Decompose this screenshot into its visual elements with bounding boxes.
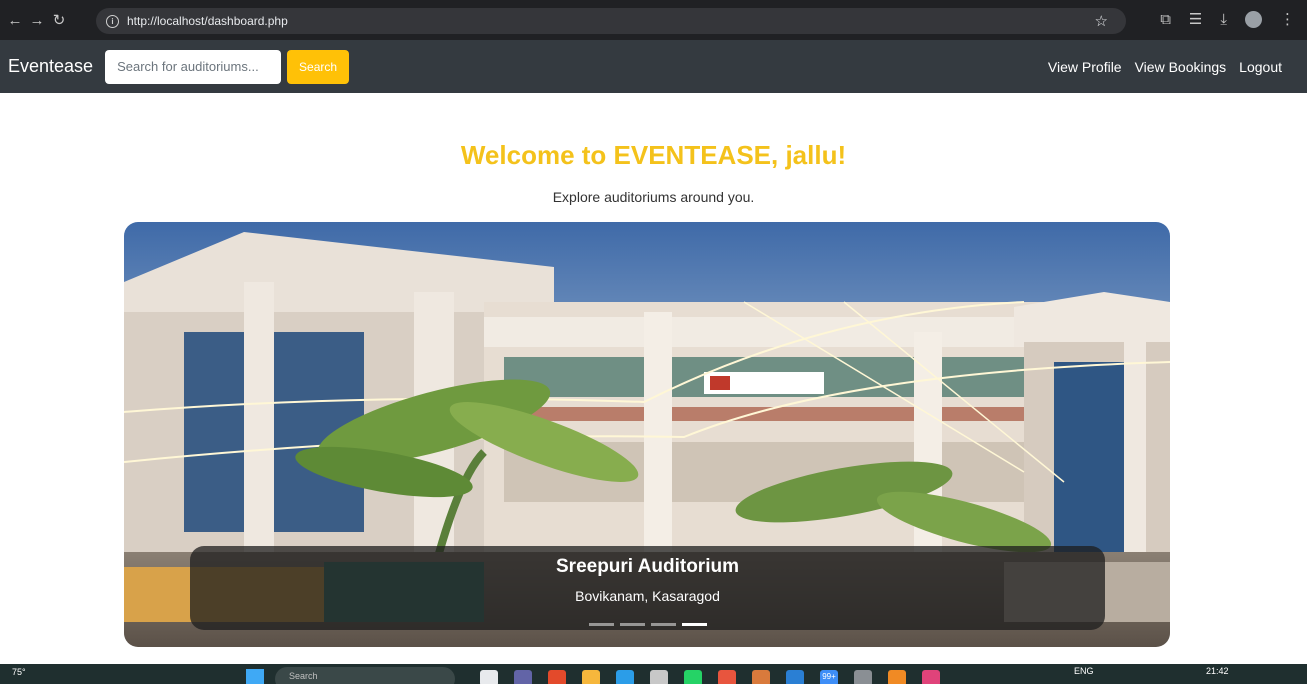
auditorium-carousel[interactable]: Sreepuri Auditorium Bovikanam, Kasaragod <box>124 222 1170 647</box>
address-bar[interactable]: i http://localhost/dashboard.php ☆ <box>96 8 1126 34</box>
view-bookings-link[interactable]: View Bookings <box>1135 59 1227 75</box>
reload-icon[interactable]: ↻ <box>48 11 70 29</box>
app-icon-3[interactable] <box>888 670 906 684</box>
profile-avatar-icon[interactable] <box>1245 10 1262 28</box>
welcome-heading: Welcome to EVENTEASE, jallu! <box>460 140 847 170</box>
os-taskbar: 75° Search 99+ ENG 21:42 <box>0 664 1307 684</box>
settings-icon[interactable] <box>854 670 872 684</box>
logout-link[interactable]: Logout <box>1239 59 1282 75</box>
carousel-indicator-4[interactable] <box>682 623 707 626</box>
edge-icon[interactable] <box>616 670 634 684</box>
bookmark-star-icon[interactable]: ☆ <box>1095 12 1108 30</box>
back-arrow-icon[interactable]: ← <box>4 12 26 29</box>
whatsapp-icon[interactable] <box>684 670 702 684</box>
app-icon-2[interactable] <box>752 670 770 684</box>
vscode-icon[interactable] <box>786 670 804 684</box>
browser-actions: ⧉ ☰ ⤓ ⋮ <box>1160 10 1295 28</box>
carousel-indicators <box>589 623 707 626</box>
file-explorer-icon[interactable] <box>582 670 600 684</box>
download-icon[interactable]: ⤓ <box>1220 11 1227 28</box>
app-icon-4[interactable] <box>922 670 940 684</box>
site-info-icon[interactable]: i <box>106 14 119 28</box>
view-profile-link[interactable]: View Profile <box>1048 59 1122 75</box>
auditorium-name: Sreepuri Auditorium <box>556 556 739 577</box>
address-url[interactable]: http://localhost/dashboard.php <box>127 14 288 28</box>
welcome-subtitle: Explore auditoriums around you. <box>552 189 755 205</box>
language-indicator[interactable]: ENG <box>1074 666 1094 676</box>
auditorium-location: Bovikanam, Kasaragod <box>575 588 720 604</box>
reading-list-icon[interactable]: ☰ <box>1189 10 1202 28</box>
forward-arrow-icon[interactable]: → <box>26 12 48 29</box>
taskbar-apps: 99+ <box>480 670 940 684</box>
brand-logo[interactable]: Eventease <box>8 56 93 77</box>
app-icon[interactable] <box>718 670 736 684</box>
windows-start-icon[interactable] <box>246 669 264 684</box>
store-icon[interactable] <box>650 670 668 684</box>
notification-badge[interactable]: 99+ <box>820 670 838 684</box>
carousel-caption: Sreepuri Auditorium Bovikanam, Kasaragod <box>190 546 1105 630</box>
carousel-indicator-2[interactable] <box>620 623 645 626</box>
chrome-icon[interactable] <box>548 670 566 684</box>
browser-toolbar: ← → ↻ i http://localhost/dashboard.php ☆… <box>0 0 1307 40</box>
extensions-icon[interactable]: ⧉ <box>1160 11 1171 28</box>
nav-links: View Profile View Bookings Logout <box>1048 40 1282 93</box>
kebab-menu-icon[interactable]: ⋮ <box>1280 10 1295 28</box>
teams-icon[interactable] <box>514 670 532 684</box>
taskbar-search[interactable]: Search <box>275 667 455 684</box>
carousel-indicator-3[interactable] <box>651 623 676 626</box>
search-button[interactable]: Search <box>287 49 350 84</box>
carousel-indicator-1[interactable] <box>589 623 614 626</box>
search-input[interactable] <box>105 49 282 84</box>
taskview-icon[interactable] <box>480 670 498 684</box>
app-navbar: Eventease Search View Profile View Booki… <box>0 40 1307 93</box>
weather-widget[interactable]: 75° <box>12 667 26 677</box>
system-clock[interactable]: 21:42 <box>1206 666 1229 676</box>
